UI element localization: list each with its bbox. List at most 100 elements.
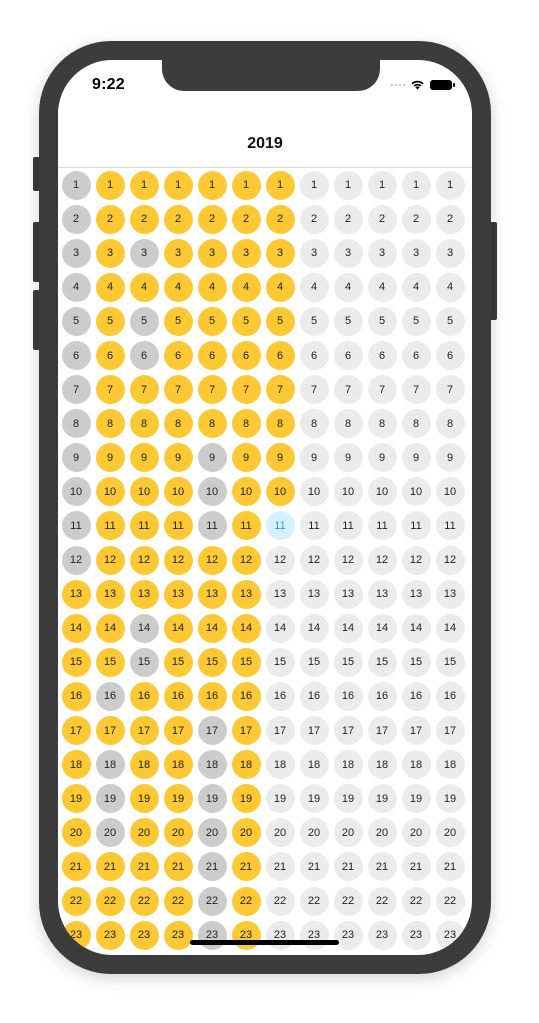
day-cell[interactable]: 10 xyxy=(299,477,329,507)
day-cell[interactable]: 18 xyxy=(231,750,261,780)
day-cell[interactable]: 7 xyxy=(231,375,261,405)
day-cell[interactable]: 9 xyxy=(95,443,125,473)
day-cell[interactable]: 15 xyxy=(95,647,125,677)
day-cell[interactable]: 19 xyxy=(61,784,91,814)
day-cell[interactable]: 22 xyxy=(401,886,431,916)
day-cell[interactable]: 9 xyxy=(129,443,159,473)
day-cell[interactable]: 5 xyxy=(163,306,193,336)
day-cell[interactable]: 3 xyxy=(129,238,159,268)
day-cell[interactable]: 16 xyxy=(129,681,159,711)
day-cell[interactable]: 23 xyxy=(401,920,431,950)
day-cell[interactable]: 9 xyxy=(435,443,465,473)
day-cell[interactable]: 5 xyxy=(299,306,329,336)
day-cell[interactable]: 15 xyxy=(435,647,465,677)
day-cell[interactable]: 7 xyxy=(265,375,295,405)
day-cell[interactable]: 23 xyxy=(435,920,465,950)
day-cell[interactable]: 14 xyxy=(231,613,261,643)
day-cell[interactable]: 3 xyxy=(367,238,397,268)
day-cell[interactable]: 12 xyxy=(197,545,227,575)
day-cell[interactable]: 18 xyxy=(367,750,397,780)
day-cell[interactable]: 1 xyxy=(61,170,91,200)
day-cell[interactable]: 13 xyxy=(333,579,363,609)
day-cell[interactable]: 10 xyxy=(231,477,261,507)
day-cell[interactable]: 6 xyxy=(197,341,227,371)
day-cell[interactable]: 4 xyxy=(197,272,227,302)
day-cell[interactable]: 6 xyxy=(333,341,363,371)
day-cell[interactable]: 2 xyxy=(231,204,261,234)
day-cell[interactable]: 19 xyxy=(231,784,261,814)
day-cell[interactable]: 15 xyxy=(265,647,295,677)
day-cell[interactable]: 12 xyxy=(163,545,193,575)
day-cell[interactable]: 1 xyxy=(265,170,295,200)
day-cell[interactable]: 6 xyxy=(367,341,397,371)
day-cell[interactable]: 1 xyxy=(95,170,125,200)
day-cell[interactable]: 3 xyxy=(435,238,465,268)
day-cell[interactable]: 10 xyxy=(401,477,431,507)
day-cell[interactable]: 22 xyxy=(333,886,363,916)
day-cell[interactable]: 8 xyxy=(435,409,465,439)
day-cell[interactable]: 17 xyxy=(367,716,397,746)
day-cell[interactable]: 19 xyxy=(333,784,363,814)
day-cell[interactable]: 17 xyxy=(61,716,91,746)
day-cell[interactable]: 20 xyxy=(299,818,329,848)
day-cell[interactable]: 6 xyxy=(231,341,261,371)
day-cell[interactable]: 2 xyxy=(61,204,91,234)
day-cell[interactable]: 3 xyxy=(163,238,193,268)
day-cell[interactable]: 20 xyxy=(163,818,193,848)
day-cell[interactable]: 2 xyxy=(435,204,465,234)
day-cell[interactable]: 16 xyxy=(401,681,431,711)
day-cell[interactable]: 3 xyxy=(299,238,329,268)
day-cell[interactable]: 20 xyxy=(367,818,397,848)
day-cell[interactable]: 8 xyxy=(333,409,363,439)
day-cell[interactable]: 2 xyxy=(163,204,193,234)
day-cell[interactable]: 21 xyxy=(129,852,159,882)
day-cell[interactable]: 22 xyxy=(265,886,295,916)
day-cell[interactable]: 7 xyxy=(333,375,363,405)
day-cell[interactable]: 23 xyxy=(129,920,159,950)
day-cell[interactable]: 14 xyxy=(401,613,431,643)
day-cell[interactable]: 4 xyxy=(367,272,397,302)
day-cell[interactable]: 15 xyxy=(61,647,91,677)
day-cell[interactable]: 21 xyxy=(61,852,91,882)
day-cell[interactable]: 21 xyxy=(435,852,465,882)
day-cell[interactable]: 13 xyxy=(163,579,193,609)
day-cell[interactable]: 5 xyxy=(265,306,295,336)
day-cell[interactable]: 16 xyxy=(299,681,329,711)
day-cell[interactable]: 22 xyxy=(367,886,397,916)
day-cell[interactable]: 21 xyxy=(333,852,363,882)
day-cell[interactable]: 6 xyxy=(95,341,125,371)
day-cell[interactable]: 12 xyxy=(435,545,465,575)
day-cell[interactable]: 11 xyxy=(367,511,397,541)
day-cell[interactable]: 1 xyxy=(197,170,227,200)
day-cell[interactable]: 19 xyxy=(265,784,295,814)
day-cell[interactable]: 4 xyxy=(61,272,91,302)
day-cell[interactable]: 7 xyxy=(401,375,431,405)
day-cell[interactable]: 9 xyxy=(265,443,295,473)
day-cell[interactable]: 14 xyxy=(95,613,125,643)
day-cell[interactable]: 2 xyxy=(401,204,431,234)
day-cell[interactable]: 12 xyxy=(61,545,91,575)
day-cell[interactable]: 6 xyxy=(299,341,329,371)
day-cell[interactable]: 9 xyxy=(367,443,397,473)
day-cell[interactable]: 9 xyxy=(401,443,431,473)
day-cell[interactable]: 7 xyxy=(299,375,329,405)
day-cell[interactable]: 6 xyxy=(265,341,295,371)
day-cell[interactable]: 1 xyxy=(435,170,465,200)
day-cell[interactable]: 11 xyxy=(401,511,431,541)
day-cell[interactable]: 18 xyxy=(129,750,159,780)
day-cell[interactable]: 23 xyxy=(265,920,295,950)
day-cell[interactable]: 21 xyxy=(367,852,397,882)
day-cell[interactable]: 10 xyxy=(197,477,227,507)
day-cell[interactable]: 15 xyxy=(129,647,159,677)
day-cell[interactable]: 8 xyxy=(265,409,295,439)
day-cell[interactable]: 5 xyxy=(435,306,465,336)
day-cell[interactable]: 15 xyxy=(197,647,227,677)
day-cell[interactable]: 2 xyxy=(265,204,295,234)
day-cell[interactable]: 6 xyxy=(61,341,91,371)
day-cell[interactable]: 16 xyxy=(265,681,295,711)
day-cell[interactable]: 5 xyxy=(367,306,397,336)
day-cell[interactable]: 23 xyxy=(61,920,91,950)
day-cell[interactable]: 21 xyxy=(265,852,295,882)
day-cell[interactable]: 10 xyxy=(367,477,397,507)
day-cell[interactable]: 15 xyxy=(333,647,363,677)
